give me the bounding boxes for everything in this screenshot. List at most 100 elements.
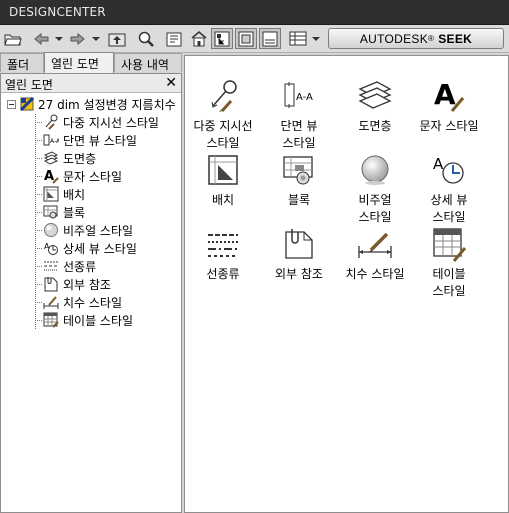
tree-branch [35, 301, 42, 303]
forward-history-dropdown[interactable] [90, 28, 102, 49]
tree-item-label: 다중 지시선 스타일 [63, 115, 159, 130]
tree-branch [35, 211, 42, 213]
content-item-text-style[interactable]: A 문자 스타일 [411, 78, 487, 135]
svg-text:A: A [434, 78, 456, 111]
tree-root-drawing[interactable]: 27 dim 설정변경 지름치수 [7, 96, 176, 112]
chevron-down-icon [312, 36, 320, 41]
tree-branch [35, 193, 42, 195]
folder-up-icon [108, 33, 126, 46]
content-item-layout[interactable]: 배치 [185, 152, 261, 209]
tree-item-linetype[interactable]: 선종류 [35, 257, 96, 275]
tree-branch [35, 247, 42, 249]
tree-item-xref[interactable]: 외부 참조 [35, 275, 111, 293]
linetype-icon [43, 258, 59, 274]
close-icon[interactable]: ✕ [165, 74, 177, 92]
forward-button[interactable] [68, 28, 88, 49]
preview-icon [238, 31, 254, 46]
content-item-label: 선종류 [206, 267, 240, 281]
home-button[interactable] [188, 28, 210, 49]
up-button[interactable] [106, 28, 128, 49]
tree-item-label: 상세 뷰 스타일 [63, 241, 137, 256]
views-button[interactable] [287, 28, 309, 49]
layers-icon [358, 81, 392, 109]
tree-branch [35, 319, 42, 321]
tree-item-detail-view-style[interactable]: A 상세 뷰 스타일 [35, 239, 137, 257]
multileader-style-icon [43, 114, 59, 130]
tree-branch [35, 121, 42, 123]
tree-item-label: 선종류 [63, 259, 97, 274]
tree-branch [35, 229, 42, 231]
content-item-layers[interactable]: 도면층 [337, 78, 413, 135]
svg-text:A-A: A-A [50, 138, 59, 145]
tree-item-block[interactable]: 블록 [35, 203, 85, 221]
tree-branch [35, 139, 42, 141]
layers-icon [43, 150, 59, 166]
back-button[interactable] [31, 28, 51, 49]
views-dropdown[interactable] [310, 28, 322, 49]
back-arrow-icon [34, 32, 49, 45]
content-item-label: 치수 스타일 [345, 267, 405, 281]
tree-item-layout[interactable]: 배치 [35, 185, 85, 203]
content-item-label: 배치 [211, 193, 235, 207]
content-item-multileader-style[interactable]: 다중 지시선 스타일 [185, 78, 261, 151]
content-item-xref[interactable]: 외부 참조 [261, 226, 337, 283]
favorites-button[interactable] [163, 28, 185, 49]
detail-view-style-icon: A [433, 155, 464, 184]
tree-item-section-view-style[interactable]: A-A 단면 뷰 스타일 [35, 131, 137, 149]
content-panel: 다중 지시선 스타일 A-A 단면 뷰 스타일 도면층 A 문자 스타일 배치 … [184, 55, 509, 513]
search-button[interactable] [135, 28, 157, 49]
tree-branch [35, 283, 42, 285]
autodesk-seek-button[interactable]: AUTODESK ® SEEK [328, 28, 504, 49]
text-style-icon: A [434, 78, 465, 112]
layout-icon [208, 155, 238, 185]
tree-item-table-style[interactable]: 테이블 스타일 [35, 311, 133, 329]
layout-icon [43, 186, 59, 202]
content-item-label-2: 스타일 [432, 284, 466, 298]
seek-word: SEEK [438, 31, 473, 46]
tab-folders[interactable]: 폴더 [0, 53, 44, 72]
multileader-style-icon [211, 80, 237, 113]
block-icon [283, 156, 313, 185]
tab-history[interactable]: 사용 내역 [114, 53, 182, 72]
search-icon [138, 31, 154, 47]
tree-item-multileader-style[interactable]: 다중 지시선 스타일 [35, 113, 159, 131]
tree-item-label: 블록 [63, 205, 86, 220]
content-item-detail-view-style[interactable]: A 상세 뷰 스타일 [411, 152, 487, 225]
tree-item-label: 문자 스타일 [63, 169, 123, 184]
tree-item-label: 비주얼 스타일 [63, 223, 134, 238]
content-item-label-2: 스타일 [358, 210, 392, 224]
dimension-style-icon [358, 232, 392, 258]
description-toggle[interactable] [259, 28, 281, 49]
content-item-section-view-style[interactable]: A-A 단면 뷰 스타일 [261, 78, 337, 151]
tree-item-label: 치수 스타일 [63, 295, 123, 310]
tree-branch [35, 175, 42, 177]
content-item-dimension-style[interactable]: 치수 스타일 [337, 226, 413, 283]
description-icon [262, 31, 278, 46]
tab-open-drawings[interactable]: 열린 도면 [44, 52, 114, 73]
collapse-icon[interactable] [7, 99, 16, 109]
content-item-block[interactable]: 블록 [261, 152, 337, 209]
content-item-visual-style[interactable]: 비주얼 스타일 [337, 152, 413, 225]
tree-item-label: 배치 [63, 187, 86, 202]
svg-text:A-A: A-A [296, 92, 313, 103]
preview-toggle[interactable] [235, 28, 257, 49]
visual-style-icon [43, 222, 59, 238]
back-history-dropdown[interactable] [53, 28, 65, 49]
views-icon [289, 31, 307, 46]
tree-item-layers[interactable]: 도면층 [35, 149, 96, 167]
content-item-label-2: 스타일 [282, 136, 316, 150]
tree-item-visual-style[interactable]: 비주얼 스타일 [35, 221, 133, 239]
content-item-label: 단면 뷰 [280, 119, 318, 133]
content-item-table-style[interactable]: 테이블 스타일 [411, 226, 487, 299]
section-view-style-icon: A-A [43, 132, 59, 148]
content-item-linetype[interactable]: 선종류 [185, 226, 261, 283]
tree-item-dimension-style[interactable]: 치수 스타일 [35, 293, 122, 311]
chevron-down-icon [55, 36, 63, 41]
load-button[interactable] [3, 28, 23, 49]
tree-view-toggle[interactable] [211, 28, 233, 49]
window-title: DESIGNCENTER [9, 5, 106, 19]
tree-item-label: 단면 뷰 스타일 [63, 133, 137, 148]
svg-text:A: A [44, 169, 54, 184]
tree-item-text-style[interactable]: A 문자 스타일 [35, 167, 122, 185]
detail-view-style-icon: A [43, 240, 59, 256]
